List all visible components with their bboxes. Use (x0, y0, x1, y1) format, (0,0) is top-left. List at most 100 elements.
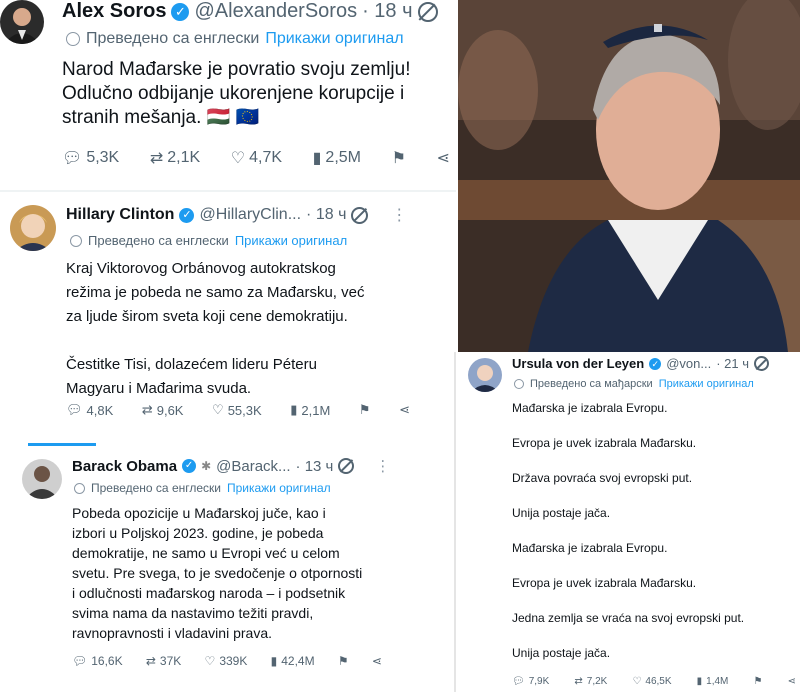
more-options-icon[interactable]: ⋮ (375, 457, 391, 475)
views-icon: ▮ (696, 676, 703, 687)
share-button[interactable]: ⋖ (372, 654, 382, 668)
views-button[interactable]: ▮ 2,1M (290, 402, 330, 418)
views-button[interactable]: ▮ 2,5M (313, 148, 361, 168)
like-button[interactable]: ♡ 46,5K (632, 676, 671, 687)
bookmark-icon: ⚑ (358, 402, 371, 417)
avatar[interactable] (22, 459, 62, 499)
views-icon: ▮ (290, 402, 298, 417)
bookmark-button[interactable]: ⚑ (359, 402, 371, 418)
share-button[interactable]: ⋖ (437, 148, 450, 168)
like-button[interactable]: ♡ 339K (205, 654, 248, 668)
post-time[interactable]: · 18 ч (362, 0, 412, 23)
tweet-text: Mađarska je izabrala Evropu. Evropa je u… (512, 400, 744, 661)
grok-icon[interactable] (417, 1, 438, 22)
grok-icon[interactable] (351, 206, 369, 224)
author-handle[interactable]: @AlexanderSoros (194, 0, 357, 23)
reply-button[interactable]: 💬︎ 4,8K (66, 402, 113, 418)
like-button[interactable]: ♡ 4,7K (231, 148, 282, 168)
repost-count: 37K (159, 654, 182, 668)
author-name[interactable]: Barack Obama (72, 458, 177, 475)
post-time[interactable]: · 21 ч (716, 356, 749, 371)
reply-count: 4,8K (86, 402, 114, 418)
share-icon: ⋖ (371, 654, 382, 668)
show-original-link[interactable]: Прикажи оригинал (265, 30, 403, 48)
author-handle[interactable]: @Barack... (216, 458, 290, 475)
repost-count: 2,1K (167, 149, 201, 166)
text-line: režima je pobeda ne samo za Mađarsku, ve… (66, 284, 365, 301)
author-handle[interactable]: @von... (666, 356, 711, 371)
translation-notice: Преведено са мађарски Прикажи оригинал (514, 378, 754, 390)
like-button[interactable]: ♡ 55,3K (212, 402, 262, 418)
verified-badge-icon: ✓ (182, 459, 197, 473)
show-original-link[interactable]: Прикажи оригинал (227, 481, 331, 495)
more-options-icon[interactable]: ⋮ (391, 205, 408, 225)
bookmark-button[interactable]: ⚑ (392, 148, 406, 168)
reply-count: 5,3K (86, 149, 120, 166)
reply-icon: 💬︎ (72, 654, 88, 668)
share-button[interactable]: ⋖ (788, 676, 796, 687)
thread-line (28, 443, 96, 446)
show-original-link[interactable]: Прикажи оригинал (235, 233, 347, 248)
text-line: demokratije, ne samo u Evropi već u celo… (72, 545, 340, 561)
tweet-alex-soros[interactable]: Alex Soros ✓ @AlexanderSoros · 18 ч Прев… (0, 0, 456, 190)
avatar[interactable] (0, 0, 44, 44)
tweet-text: Narod Mađarske je povratio svoju zemlju!… (62, 58, 411, 130)
share-icon: ⋖ (436, 150, 450, 167)
reply-icon: 💬︎ (512, 676, 525, 687)
repost-button[interactable]: ⇄ 9,6K (142, 402, 184, 418)
post-time[interactable]: · 13 ч (296, 458, 334, 475)
author-handle[interactable]: @HillaryClin... (199, 206, 301, 224)
text-line: Mađarska je izabrala Evropu. (512, 401, 668, 415)
tweet-header: Hillary Clinton ✓ @HillaryClin... · 18 ч… (66, 205, 408, 225)
text-line: Unija postaje jača. (512, 646, 611, 660)
grok-icon[interactable] (338, 458, 355, 474)
tweet-ursula-von-der-leyen[interactable]: Ursula von der Leyen ✓ @von... · 21 ч Пр… (454, 352, 800, 692)
text-line: Unija postaje jača. (512, 506, 611, 520)
bookmark-button[interactable]: ⚑ (753, 676, 762, 687)
repost-button[interactable]: ⇄ 37K (146, 654, 181, 668)
avatar[interactable] (468, 358, 502, 392)
grok-icon[interactable] (754, 356, 770, 371)
author-name[interactable]: Ursula von der Leyen (512, 356, 644, 371)
share-icon: ⋖ (787, 676, 796, 687)
views-button[interactable]: ▮ 42,4M (271, 654, 315, 668)
divider (0, 190, 456, 192)
text-line (66, 329, 364, 353)
verified-badge-icon: ✓ (179, 207, 195, 223)
show-original-link[interactable]: Прикажи оригинал (659, 378, 754, 390)
share-button[interactable]: ⋖ (399, 402, 410, 418)
text-line: za ljude širom sveta koji cene demokrati… (66, 308, 348, 325)
reply-button[interactable]: 💬︎ 16,6K (72, 654, 123, 668)
author-name[interactable]: Alex Soros (62, 0, 166, 23)
tweet-header: Alex Soros ✓ @AlexanderSoros · 18 ч (62, 0, 438, 23)
view-count: 42,4M (281, 654, 315, 668)
bookmark-button[interactable]: ⚑ (338, 654, 349, 668)
globe-icon (514, 379, 524, 389)
reply-count: 7,9K (528, 676, 550, 687)
repost-button[interactable]: ⇄ 2,1K (150, 148, 200, 168)
text-line: izbori u Poljskoj 2023. godine, je pobed… (72, 525, 324, 541)
reply-button[interactable]: 💬︎ 7,9K (512, 676, 549, 687)
reply-button[interactable]: 💬︎ 5,3K (62, 148, 119, 168)
translated-label: Преведено са енглески (88, 233, 229, 248)
reply-icon: 💬︎ (66, 402, 83, 417)
text-line: svetu. Pre svega, to je svedočenje o otp… (72, 565, 363, 581)
view-count: 1,4M (706, 676, 729, 687)
views-button[interactable]: ▮ 1,4M (697, 676, 729, 687)
text-line: Čestitke Tisi, dolazećem lideru Péteru (66, 356, 317, 373)
action-bar: 💬︎ 7,9K ⇄ 7,2K ♡ 46,5K ▮ 1,4M ⚑ ⋖ (512, 676, 796, 687)
text-line: Država povraća svoj evropski put. (512, 471, 693, 485)
tweet-header: Barack Obama ✓ ✱ @Barack... · 13 ч ⋮ (72, 457, 391, 476)
tweet-hillary-clinton[interactable]: Hillary Clinton ✓ @HillaryClin... · 18 ч… (0, 193, 456, 433)
tweet-barack-obama[interactable]: Barack Obama ✓ ✱ @Barack... · 13 ч ⋮ Пре… (0, 447, 456, 692)
photo (458, 0, 800, 352)
author-name[interactable]: Hillary Clinton (66, 206, 174, 224)
tweet-text: Kraj Viktorovog Orbánovog autokratskog r… (66, 257, 364, 401)
globe-icon (74, 482, 85, 494)
like-count: 339K (219, 654, 248, 668)
text-line: Evropa je uvek izabrala Mađarsku. (512, 436, 697, 450)
repost-button[interactable]: ⇄ 7,2K (574, 676, 607, 687)
globe-icon (66, 32, 80, 46)
avatar[interactable] (10, 205, 56, 251)
post-time[interactable]: · 18 ч (306, 206, 346, 224)
